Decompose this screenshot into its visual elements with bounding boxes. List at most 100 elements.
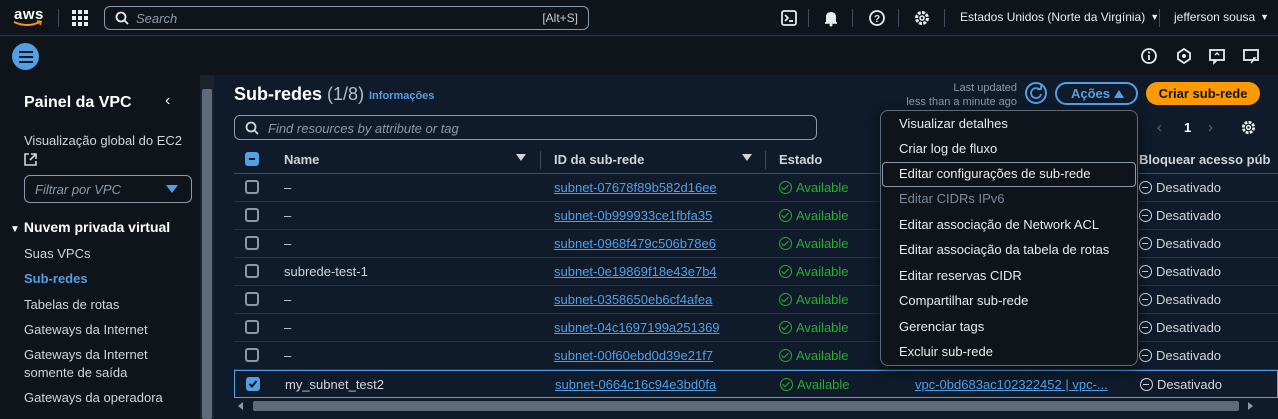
row-vpc-link[interactable]: vpc-0bd683ac102322452 | vpc-... xyxy=(915,377,1108,392)
minus-circle-icon xyxy=(1139,265,1152,278)
row-checkbox[interactable] xyxy=(246,377,260,391)
table-settings-gear-icon[interactable] xyxy=(1240,119,1257,136)
row-subnet-id-link[interactable]: subnet-0e19869f18e43e7b4 xyxy=(554,264,717,279)
svg-text:?: ? xyxy=(874,14,880,25)
hamburger-icon xyxy=(18,50,33,63)
secondary-bar xyxy=(0,37,1278,75)
refresh-button[interactable] xyxy=(1025,82,1047,104)
row-state: Available xyxy=(779,236,849,251)
row-subnet-id-link[interactable]: subnet-07678f89b582d16ee xyxy=(554,180,717,195)
create-subnet-button[interactable]: Criar sub-rede xyxy=(1146,82,1260,105)
row-block-text: Desativado xyxy=(1157,377,1223,392)
last-updated: Last updated less than a minute ago xyxy=(906,81,1017,109)
row-checkbox[interactable] xyxy=(245,236,259,250)
chevron-left-icon[interactable]: ‹ xyxy=(165,92,170,110)
column-header-name[interactable]: Name xyxy=(284,152,319,167)
sidebar-item-egress-only-gateways[interactable]: Gateways da Internet somente de saída xyxy=(24,346,174,382)
aws-logo[interactable]: aws xyxy=(12,6,46,30)
user-label: jefferson sousa xyxy=(1174,10,1256,24)
sidebar-scrollbar-thumb[interactable] xyxy=(202,89,212,419)
row-checkbox[interactable] xyxy=(245,320,259,334)
row-subnet-id-link[interactable]: subnet-0968f479c506b78e6 xyxy=(554,236,716,251)
actions-button[interactable]: Ações xyxy=(1055,82,1138,105)
sidebar-section-vpc[interactable]: ▼ Nuvem privada virtual xyxy=(10,219,170,235)
minus-circle-icon xyxy=(1139,293,1152,306)
menu-item[interactable]: Compartilhar sub-rede xyxy=(899,293,1028,308)
chevron-right-icon[interactable]: › xyxy=(1208,119,1213,136)
column-header-subnet-id[interactable]: ID da sub-rede xyxy=(554,152,644,167)
row-state-text: Available xyxy=(796,208,849,223)
row-state: Available xyxy=(779,264,849,279)
column-resizer[interactable] xyxy=(540,151,541,169)
menu-item[interactable]: Gerenciar tags xyxy=(899,319,984,334)
chevron-left-icon[interactable]: ‹ xyxy=(1157,119,1162,136)
account-menu[interactable]: jefferson sousa ▼ xyxy=(1174,10,1269,24)
select-all-checkbox[interactable] xyxy=(245,152,259,166)
sort-icon[interactable] xyxy=(516,154,526,161)
caret-up-icon xyxy=(1114,90,1124,98)
column-header-block-public-access[interactable]: Bloquear acesso púb xyxy=(1139,152,1270,167)
sidebar-item-route-tables[interactable]: Tabelas de rotas xyxy=(24,296,119,314)
region-selector[interactable]: Estados Unidos (Norte da Virgínia) ▼ xyxy=(960,10,1159,24)
menu-item[interactable]: Editar reservas CIDR xyxy=(899,268,1022,283)
row-checkbox[interactable] xyxy=(245,208,259,222)
row-block-text: Desativado xyxy=(1156,236,1222,251)
menu-item[interactable]: Editar configurações de sub-rede xyxy=(899,166,1091,181)
services-grid-icon[interactable] xyxy=(72,10,88,26)
info-link[interactable]: Informações xyxy=(369,90,434,102)
column-resizer[interactable] xyxy=(765,151,766,169)
caret-down-icon: ▼ xyxy=(10,224,20,235)
gear-icon[interactable] xyxy=(913,9,931,27)
row-state: Available xyxy=(779,208,849,223)
caret-down-icon: ▼ xyxy=(1260,12,1270,22)
check-circle-icon xyxy=(779,181,792,194)
menu-item[interactable]: Visualizar detalhes xyxy=(899,116,1008,131)
bell-icon[interactable] xyxy=(822,9,840,27)
row-state: Available xyxy=(779,320,849,335)
minus-circle-icon xyxy=(1139,209,1152,222)
row-checkbox[interactable] xyxy=(245,180,259,194)
sidebar-item-label: Visualização global do EC2 xyxy=(24,133,183,148)
row-subnet-id-link[interactable]: subnet-0358650eb6cf4afea xyxy=(554,292,712,307)
row-subnet-id-link[interactable]: subnet-0664c16c94e3bd0fa xyxy=(555,377,716,392)
feedback-icon[interactable] xyxy=(1208,47,1226,65)
sidebar-item-carrier-gateways[interactable]: Gateways da operadora xyxy=(24,389,163,407)
table-horizontal-scrollbar-thumb[interactable] xyxy=(253,401,1239,411)
info-icon[interactable] xyxy=(1140,47,1158,65)
menu-item[interactable]: Editar associação da tabela de rotas xyxy=(899,242,1109,257)
sidebar-item-your-vpcs[interactable]: Suas VPCs xyxy=(24,245,90,263)
row-subnet-id-link[interactable]: subnet-00f60ebd0d39e21f7 xyxy=(554,348,713,363)
vpc-filter-select[interactable]: Filtrar por VPC xyxy=(24,175,192,203)
row-block-text: Desativado xyxy=(1156,292,1222,307)
row-name: – xyxy=(284,320,292,335)
global-search-input[interactable]: Search [Alt+S] xyxy=(104,6,589,30)
scroll-right-icon[interactable] xyxy=(1248,402,1253,410)
sort-icon[interactable] xyxy=(742,154,752,161)
notes-icon[interactable] xyxy=(1175,47,1193,65)
sidebar-item-subnets[interactable]: Sub-redes xyxy=(24,270,88,288)
menu-item[interactable]: Excluir sub-rede xyxy=(899,344,993,359)
row-subnet-id-link[interactable]: subnet-04c1697199a251369 xyxy=(554,320,720,335)
scroll-left-icon[interactable] xyxy=(238,402,243,410)
cloudshell-icon[interactable] xyxy=(780,9,798,27)
row-checkbox[interactable] xyxy=(245,292,259,306)
row-block-access: Desativado xyxy=(1139,348,1221,363)
row-checkbox[interactable] xyxy=(245,348,259,362)
page-number[interactable]: 1 xyxy=(1184,120,1191,135)
menu-item[interactable]: Editar associação de Network ACL xyxy=(899,217,1099,232)
row-name: subrede-test-1 xyxy=(284,264,368,279)
row-name: my_subnet_test2 xyxy=(285,377,385,392)
help-icon[interactable]: ? xyxy=(868,9,886,27)
menu-toggle-button[interactable] xyxy=(12,43,39,70)
row-checkbox[interactable] xyxy=(245,264,259,278)
row-subnet-id-link[interactable]: subnet-0b999933ce1fbfa35 xyxy=(554,208,712,223)
row-block-access: Desativado xyxy=(1139,180,1221,195)
menu-item[interactable]: Criar log de fluxo xyxy=(899,141,997,156)
shortcuts-icon[interactable] xyxy=(1242,47,1260,65)
column-header-state[interactable]: Estado xyxy=(779,152,822,167)
table-row[interactable]: my_subnet_test2 subnet-0664c16c94e3bd0fa A… xyxy=(234,370,1278,398)
check-circle-icon xyxy=(779,349,792,362)
sidebar-item-internet-gateways[interactable]: Gateways da Internet xyxy=(24,321,148,339)
sidebar-item-ec2-global-view[interactable]: Visualização global do EC2 xyxy=(24,132,189,171)
resource-search-input[interactable]: Find resources by attribute or tag xyxy=(234,115,817,140)
